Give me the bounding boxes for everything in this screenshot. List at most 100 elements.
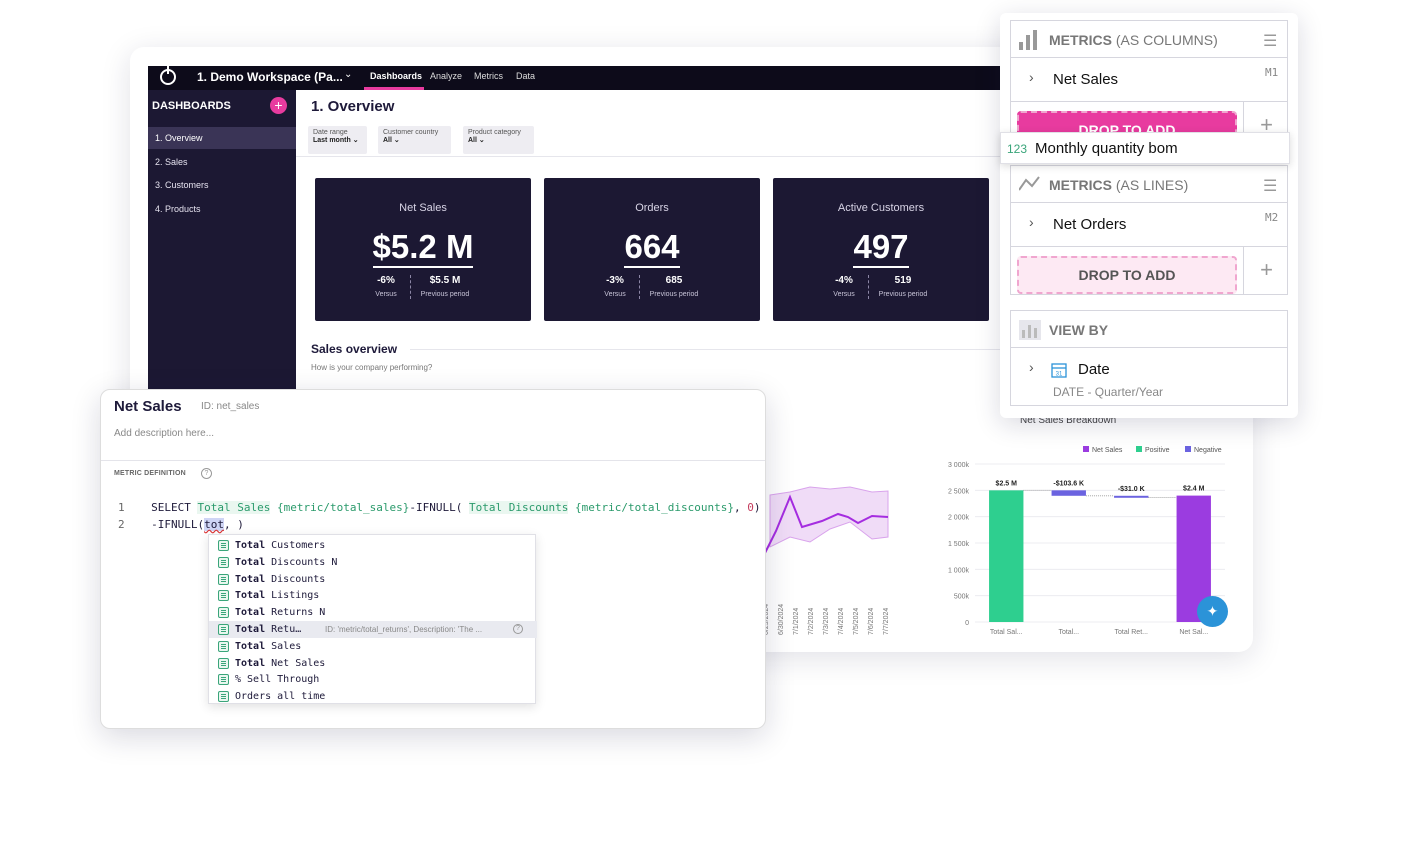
chevron-down-icon[interactable]: ⌄ <box>344 69 352 80</box>
legend-swatch <box>1185 446 1191 452</box>
autocomplete-item[interactable]: Total Net Sales <box>209 655 537 672</box>
sql-function: -IFNULL( <box>409 501 470 514</box>
hamburger-icon[interactable]: ☰ <box>1263 31 1277 51</box>
code-line-1[interactable]: 1 SELECT Total Sales {metric/total_sales… <box>118 501 760 514</box>
metric-tag: M2 <box>1265 211 1279 224</box>
item-label: Customers <box>265 540 326 551</box>
chevron-right-icon[interactable]: › <box>1029 69 1034 85</box>
chevron-right-icon[interactable]: › <box>1029 359 1034 375</box>
nav-metrics[interactable]: Metrics <box>474 71 503 81</box>
kpi-delta-label: Versus <box>375 291 397 298</box>
x-tick-label: Net Sal... <box>1179 629 1208 636</box>
workspace-name[interactable]: 1. Demo Workspace (Pa... <box>197 70 343 84</box>
x-tick-label: 7/7/2024 <box>883 608 890 635</box>
metric-title[interactable]: Net Sales <box>114 398 182 415</box>
autocomplete-item[interactable]: Total Retu… ID: 'metric/total_returns', D… <box>209 621 537 638</box>
x-tick-label: 7/1/2024 <box>793 608 800 635</box>
autocomplete-item[interactable]: Total Sales <box>209 638 537 655</box>
item-label: Orders all time <box>235 691 326 703</box>
app-logo-icon[interactable] <box>160 66 176 85</box>
y-tick-label: 0 <box>965 620 969 627</box>
kpi-card-orders[interactable]: Orders 664 -3% 685 Versus Previous perio… <box>544 178 760 321</box>
drop-zone-lines[interactable]: DROP TO ADD <box>1017 256 1237 294</box>
add-dashboard-button[interactable]: + <box>270 97 287 114</box>
autocomplete-item[interactable]: Total Discounts <box>209 571 537 588</box>
match-text: Total <box>235 607 266 619</box>
metric-token[interactable]: Total Sales <box>197 501 271 514</box>
page-title: 1. Overview <box>311 98 395 115</box>
view-by-icon <box>1019 320 1041 340</box>
filter-date-range[interactable]: Date range Last month ⌄ <box>308 126 367 154</box>
legend-label: Net Sales <box>1092 447 1123 454</box>
kpi-value: 497 <box>853 228 909 265</box>
sidebar-item-sales[interactable]: 2. Sales <box>148 151 296 173</box>
item-label: % Sell Through <box>235 674 320 686</box>
sidebar-item-products[interactable]: 4. Products <box>148 198 296 220</box>
kpi-delta-label: Versus <box>833 291 855 298</box>
metric-icon <box>218 657 229 669</box>
metric-token[interactable]: Total Discounts <box>469 501 569 514</box>
bar <box>1051 490 1086 496</box>
kpi-underline <box>373 266 473 268</box>
nav-dashboards[interactable]: Dashboards <box>370 71 422 81</box>
autocomplete-item[interactable]: Total Discounts N <box>209 554 537 571</box>
metric-item-net-sales[interactable]: › Net Sales M1 <box>1010 58 1288 102</box>
metric-id: ID: net_sales <box>201 401 260 412</box>
kpi-underline <box>624 266 680 268</box>
autocomplete-dropdown: Total Customers Total Discounts N Total Di… <box>208 534 537 705</box>
filter-customer-country[interactable]: Customer country All ⌄ <box>378 126 451 154</box>
calendar-icon: 31 <box>1051 363 1067 378</box>
dragged-metric-chip[interactable]: 123 Monthly quantity bom <box>1000 132 1290 164</box>
nav-analyze[interactable]: Analyze <box>430 71 462 81</box>
kpi-previous-label: Previous period <box>878 291 928 298</box>
metric-item-net-orders[interactable]: › Net Orders M2 <box>1010 203 1288 247</box>
autocomplete-item[interactable]: Orders all time <box>209 688 537 705</box>
kpi-card-active-customers[interactable]: Active Customers 497 -4% 519 Versus Prev… <box>773 178 989 321</box>
kpi-underline <box>853 266 909 268</box>
autocomplete-item[interactable]: Total Customers <box>209 537 537 554</box>
net-sales-breakdown-chart: Net Sales Positive Negative 3 000k 2 500k 2 0… <box>948 446 1225 636</box>
bar-value-label: $2.4 M <box>1183 486 1205 493</box>
bar-value-label: $2.5 M <box>996 480 1018 487</box>
hamburger-icon[interactable]: ☰ <box>1263 176 1277 196</box>
autocomplete-item[interactable]: % Sell Through <box>209 671 537 688</box>
help-icon[interactable]: ? <box>201 468 212 479</box>
add-metric-button[interactable]: + <box>1243 247 1289 295</box>
sql-punct: ) <box>753 501 761 514</box>
kpi-delta: -6% <box>377 275 395 286</box>
description-input[interactable]: Add description here... <box>114 428 214 439</box>
chevron-down-icon: ⌄ <box>393 137 400 144</box>
help-icon[interactable]: ? <box>513 624 523 634</box>
code-line-2[interactable]: 2 -IFNULL(tot, ) <box>118 518 244 531</box>
bar <box>1114 495 1149 498</box>
section-subtitle: How is your company performing? <box>311 363 433 372</box>
chevron-right-icon[interactable]: › <box>1029 214 1034 230</box>
kpi-card-net-sales[interactable]: Net Sales $5.2 M -6% $5.5 M Versus Previ… <box>315 178 531 321</box>
metrics-columns-header: METRICS (AS COLUMNS) ☰ <box>1010 20 1288 58</box>
y-tick-label: 2 500k <box>948 488 970 495</box>
x-tick-label: 7/2/2024 <box>808 608 815 635</box>
x-tick-label: Total... <box>1058 629 1079 636</box>
sidebar-item-overview[interactable]: 1. Overview <box>148 127 296 149</box>
metrics-lines-header: METRICS (AS LINES) ☰ <box>1010 165 1288 203</box>
y-tick-label: 1 000k <box>948 567 970 574</box>
filter-product-category[interactable]: Product category All ⌄ <box>463 126 534 154</box>
view-by-item-date[interactable]: › 31 Date DATE - Quarter/Year <box>1010 348 1288 406</box>
autocomplete-item[interactable]: Total Listings <box>209 587 537 604</box>
kpi-delta-label: Versus <box>604 291 626 298</box>
nav-data[interactable]: Data <box>516 71 535 81</box>
item-label: Discounts N <box>265 556 338 568</box>
magic-wand-icon[interactable]: ✦ <box>1197 596 1228 627</box>
sidebar-item-customers[interactable]: 3. Customers <box>148 174 296 196</box>
divider <box>296 156 1016 157</box>
line-chart-x-axis: 6/29/2024 6/30/2024 7/1/2024 7/2/2024 7/3/20… <box>763 604 890 635</box>
metric-editor-panel: Net Sales ID: net_sales Add description … <box>100 389 766 729</box>
dimension-label: Date <box>1078 361 1110 378</box>
typed-text[interactable]: tot <box>204 518 224 531</box>
kpi-title: Net Sales <box>399 202 447 214</box>
filter-value: Last month <box>313 137 351 144</box>
x-tick-label: Total Ret... <box>1115 629 1149 636</box>
sql-punct: , <box>733 501 748 514</box>
divider <box>101 460 765 461</box>
autocomplete-item[interactable]: Total Returns N <box>209 604 537 621</box>
